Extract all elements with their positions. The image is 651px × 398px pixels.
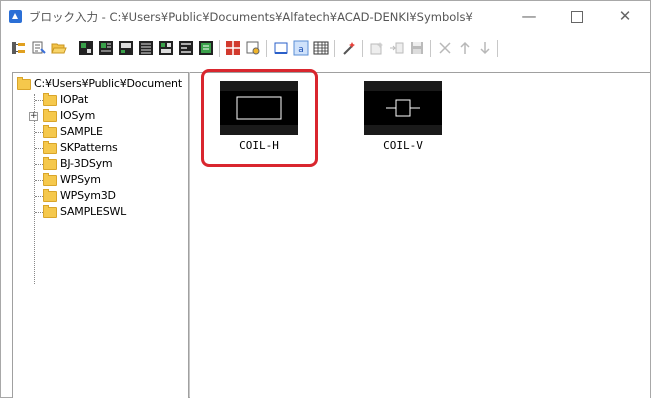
- delete-disabled-icon: [439, 42, 451, 54]
- symbol-view-2-icon[interactable]: [98, 40, 114, 56]
- copy-disabled-icon: [390, 42, 404, 54]
- tree-item-label: IOPat: [60, 93, 89, 106]
- tree-item[interactable]: BJ-3DSym: [13, 157, 183, 171]
- expand-icon[interactable]: +: [29, 112, 38, 121]
- tree-root-label: C:¥Users¥Public¥Document: [34, 77, 182, 90]
- symbol-item-coil-v[interactable]: COIL-V: [350, 75, 460, 165]
- tree-item[interactable]: SAMPLESWL: [13, 205, 183, 219]
- title-bar: ブロック入力 - C:¥Users¥Public¥Documents¥Alfat…: [1, 1, 650, 31]
- settings-icon[interactable]: [245, 40, 261, 56]
- page-icon[interactable]: [273, 40, 289, 56]
- tree-item-label: WPSym: [60, 173, 101, 186]
- properties-icon[interactable]: [31, 40, 47, 56]
- folder-icon: [43, 93, 57, 106]
- block-input-window: ブロック入力 - C:¥Users¥Public¥Documents¥Alfat…: [0, 0, 651, 398]
- tree-item[interactable]: WPSym3D: [13, 189, 183, 203]
- folder-tree[interactable]: C:¥Users¥Public¥Document IOPat + IOSym S…: [12, 72, 189, 398]
- tree-item-label: SKPatterns: [60, 141, 118, 154]
- save-disabled-icon: [411, 42, 423, 54]
- tree-item[interactable]: SKPatterns: [13, 141, 183, 155]
- toolbar-separator: [497, 40, 498, 57]
- toolbar-separator: [430, 40, 431, 57]
- minimize-button[interactable]: —: [509, 5, 549, 27]
- toolbar-separator: [334, 40, 335, 57]
- new-disabled-icon: [370, 42, 383, 55]
- folder-icon: [43, 157, 57, 170]
- folder-icon: [43, 109, 57, 122]
- maximize-button[interactable]: [557, 5, 597, 27]
- folder-icon: [43, 189, 57, 202]
- tree-item[interactable]: IOPat: [13, 93, 183, 107]
- tree-item-label: IOSym: [60, 109, 96, 122]
- folder-icon: [43, 205, 57, 218]
- tree-item[interactable]: WPSym: [13, 173, 183, 187]
- coil-vertical-icon: [364, 81, 442, 135]
- close-button[interactable]: ✕: [605, 5, 645, 27]
- folder-icon: [43, 125, 57, 138]
- tree-item-label: WPSym3D: [60, 189, 116, 202]
- tree-root-icon[interactable]: [11, 40, 27, 56]
- folder-icon: [43, 141, 57, 154]
- tree-item[interactable]: + IOSym: [13, 109, 183, 123]
- page-label-icon[interactable]: a: [293, 40, 309, 56]
- toolbar-separator: [362, 40, 363, 57]
- tree-item[interactable]: SAMPLE: [13, 125, 183, 139]
- tree-item-label: SAMPLESWL: [60, 205, 127, 218]
- symbol-view-1-icon[interactable]: [78, 40, 94, 56]
- window-title: ブロック入力 - C:¥Users¥Public¥Documents¥Alfat…: [29, 10, 473, 24]
- symbol-view-3-icon[interactable]: [118, 40, 134, 56]
- toolbar-separator: [219, 40, 220, 57]
- toolbar: a: [1, 31, 650, 67]
- wand-icon[interactable]: [341, 40, 357, 56]
- down-disabled-icon: [480, 42, 490, 55]
- app-icon: [9, 10, 22, 23]
- maximize-icon: [571, 10, 583, 23]
- tree-item-label: BJ-3DSym: [60, 157, 113, 170]
- folder-icon: [17, 77, 31, 90]
- symbol-label: COIL-V: [383, 139, 423, 152]
- selection-highlight: [201, 69, 318, 167]
- tree-item-label: SAMPLE: [60, 125, 103, 138]
- up-disabled-icon: [460, 41, 470, 54]
- symbol-view-6-icon[interactable]: [178, 40, 194, 56]
- folder-icon: [43, 173, 57, 186]
- folder-open-icon[interactable]: [51, 40, 67, 56]
- symbol-view-5-icon[interactable]: [158, 40, 174, 56]
- svg-text:a: a: [298, 45, 304, 55]
- table-icon[interactable]: [313, 40, 329, 56]
- red-grid-icon[interactable]: [225, 40, 241, 56]
- symbol-view-7-icon[interactable]: [198, 40, 214, 56]
- symbol-view-4-icon[interactable]: [138, 40, 154, 56]
- toolbar-separator: [266, 40, 267, 57]
